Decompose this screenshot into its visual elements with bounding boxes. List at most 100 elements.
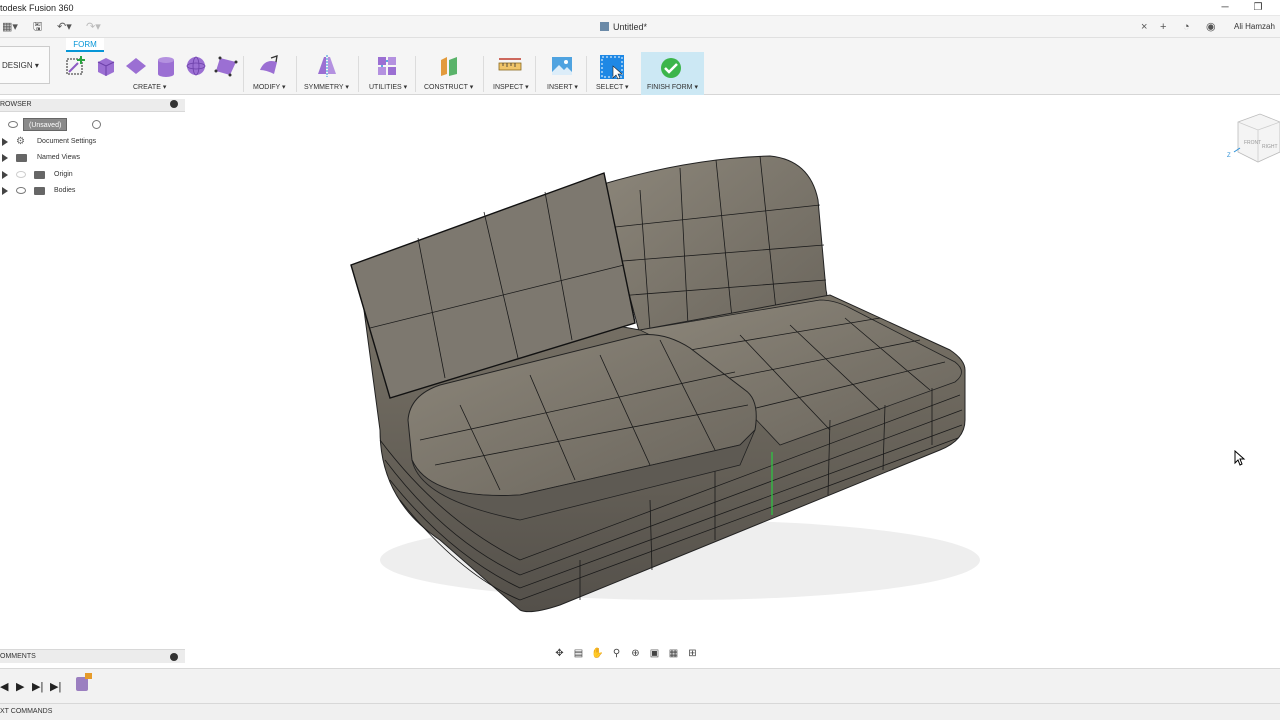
- viewcube-front-label: FRONT: [1244, 140, 1261, 146]
- new-tab-icon[interactable]: +: [1160, 19, 1166, 35]
- comments-pin-icon[interactable]: [170, 653, 178, 661]
- separator: [535, 56, 536, 92]
- activate-radio-icon[interactable]: [92, 120, 101, 129]
- viewport-model[interactable]: [330, 140, 990, 630]
- tab-form[interactable]: FORM: [66, 38, 104, 52]
- app-title: todesk Fusion 360: [0, 3, 74, 13]
- comments-panel[interactable]: OMMENTS: [0, 649, 185, 663]
- expand-icon[interactable]: [2, 171, 8, 179]
- sphere-icon[interactable]: [184, 54, 208, 78]
- look-at-icon[interactable]: ▤: [569, 648, 588, 659]
- mouse-cursor-icon: [1234, 450, 1246, 466]
- navigation-bar: ✥ ▤ ✋ ⚲ ⊕ ▣ ▦ ⊞: [550, 648, 725, 664]
- visibility-eye-icon[interactable]: [8, 121, 18, 128]
- box-icon[interactable]: [94, 54, 118, 78]
- select-icon[interactable]: [599, 54, 625, 80]
- create-form-sketch-icon[interactable]: [64, 54, 88, 78]
- browser-item-label: Origin: [54, 171, 73, 178]
- viewports-icon[interactable]: ⊞: [683, 648, 702, 659]
- measure-icon[interactable]: [498, 54, 522, 78]
- expand-icon[interactable]: [2, 187, 8, 195]
- timeline: ◀ ▶ ▶| ▶|: [0, 668, 1280, 703]
- folder-icon: [34, 187, 45, 195]
- minimize-icon[interactable]: ─: [1210, 0, 1240, 16]
- expand-icon[interactable]: [2, 138, 8, 146]
- browser-item-label: Document Settings: [37, 138, 97, 145]
- cylinder-icon[interactable]: [154, 54, 178, 78]
- select-menu[interactable]: SELECT ▾: [596, 83, 629, 91]
- help-icon[interactable]: ◉: [1206, 19, 1216, 35]
- utilities-icon[interactable]: [375, 54, 399, 78]
- visibility-eye-icon[interactable]: [16, 171, 26, 178]
- browser-item-bodies[interactable]: Bodies: [0, 183, 185, 199]
- restore-icon[interactable]: ❐: [1243, 0, 1273, 16]
- browser-item-document-settings[interactable]: ⚙ Document Settings: [0, 134, 185, 150]
- browser-item-origin[interactable]: Origin: [0, 167, 185, 183]
- workspace-switcher[interactable]: DESIGN ▾: [0, 46, 50, 84]
- browser-header: ROWSER: [0, 99, 185, 112]
- display-settings-icon[interactable]: ▣: [645, 648, 664, 659]
- document-tab-label: Untitled*: [613, 22, 648, 32]
- visibility-eye-icon[interactable]: [16, 187, 26, 194]
- modify-menu[interactable]: MODIFY ▾: [253, 83, 286, 91]
- root-component-label[interactable]: (Unsaved): [23, 118, 68, 131]
- separator: [243, 56, 244, 92]
- go-to-end-icon[interactable]: ▶|: [50, 680, 61, 693]
- finish-form-check-icon[interactable]: [659, 56, 683, 80]
- save-icon[interactable]: 🖫: [33, 19, 42, 35]
- construct-icon[interactable]: [437, 54, 461, 78]
- play-icon[interactable]: ▶: [16, 680, 24, 693]
- orbit-icon[interactable]: ✥: [550, 648, 569, 659]
- grid-settings-icon[interactable]: ▦: [664, 648, 683, 659]
- finish-form-menu[interactable]: FINISH FORM ▾: [647, 83, 698, 91]
- ribbon: DESIGN ▾ FORM CREATE ▾ MODIFY ▾ SYMMETRY…: [0, 38, 1280, 95]
- zoom-icon[interactable]: ⚲: [607, 648, 626, 659]
- browser-pin-icon[interactable]: [170, 100, 178, 108]
- separator: [358, 56, 359, 92]
- title-bar: todesk Fusion 360 ─ ❐: [0, 0, 1280, 16]
- symmetry-menu[interactable]: SYMMETRY ▾: [304, 83, 349, 91]
- separator: [586, 56, 587, 92]
- redo-icon[interactable]: ↷▾: [86, 19, 101, 35]
- browser-root[interactable]: (Unsaved): [0, 117, 185, 133]
- pan-icon[interactable]: ✋: [588, 648, 607, 659]
- fit-icon[interactable]: ⊕: [626, 648, 645, 659]
- document-icon: [600, 22, 609, 31]
- insert-menu[interactable]: INSERT ▾: [547, 83, 578, 91]
- folder-icon: [16, 154, 27, 162]
- browser-item-label: Named Views: [37, 154, 81, 161]
- text-commands-bar[interactable]: XT COMMANDS: [0, 703, 1280, 720]
- utilities-menu[interactable]: UTILITIES ▾: [369, 83, 407, 91]
- app-menu-icon[interactable]: ▦▾: [2, 19, 18, 35]
- edit-form-icon[interactable]: [257, 54, 281, 78]
- view-cube[interactable]: FRONT RIGHT Z: [1226, 100, 1280, 170]
- expand-icon[interactable]: [2, 154, 8, 162]
- axis-z-label: Z: [1227, 153, 1231, 159]
- symmetry-icon[interactable]: [315, 54, 339, 78]
- plane-icon[interactable]: [124, 54, 148, 78]
- browser-title: ROWSER: [0, 101, 32, 108]
- folder-icon: [34, 171, 45, 179]
- step-back-icon[interactable]: ◀: [0, 680, 8, 693]
- close-tab-icon[interactable]: ×: [1141, 19, 1147, 35]
- comments-title: OMMENTS: [0, 653, 36, 660]
- inspect-menu[interactable]: INSPECT ▾: [493, 83, 529, 91]
- construct-menu[interactable]: CONSTRUCT ▾: [424, 83, 473, 91]
- job-status-icon[interactable]: ◔: [1183, 19, 1190, 35]
- viewcube-right-label: RIGHT: [1262, 144, 1278, 150]
- separator: [483, 56, 484, 92]
- separator: [296, 56, 297, 92]
- document-tab[interactable]: Untitled*: [600, 19, 647, 35]
- face-icon[interactable]: [214, 54, 238, 78]
- insert-image-icon[interactable]: [550, 54, 574, 78]
- step-forward-icon[interactable]: ▶|: [32, 680, 43, 693]
- browser-item-label: Bodies: [54, 187, 76, 194]
- user-name[interactable]: Ali Hamzah: [1234, 19, 1275, 35]
- browser-item-named-views[interactable]: Named Views: [0, 150, 185, 166]
- create-menu[interactable]: CREATE ▾: [133, 83, 166, 91]
- undo-icon[interactable]: ↶▾: [57, 19, 72, 35]
- gear-icon: ⚙: [16, 136, 25, 147]
- quick-access-toolbar: ▦▾ 🖫 ↶▾ ↷▾ Untitled* × + ◔ ◉ Ali Hamzah: [0, 16, 1280, 38]
- timeline-marker[interactable]: [85, 673, 92, 679]
- timeline-form-feature[interactable]: [76, 677, 88, 691]
